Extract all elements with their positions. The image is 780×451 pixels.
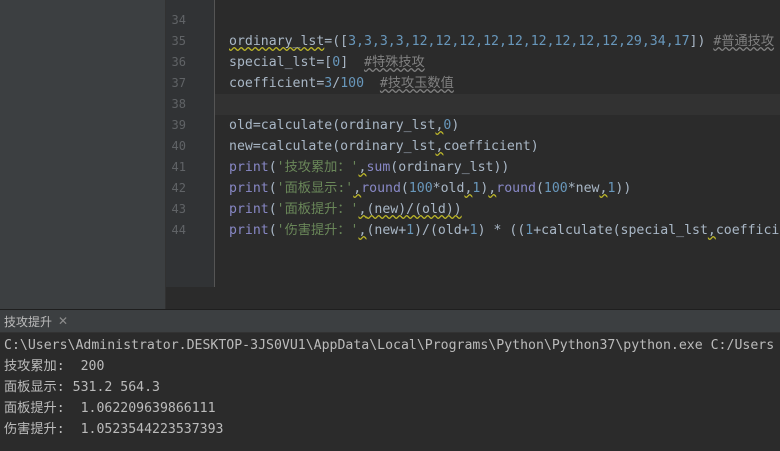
code-token: (new)/(old)) <box>366 202 462 217</box>
code-string: '面板提升：' <box>276 202 359 217</box>
code-token: ) * (( <box>477 223 526 238</box>
code-token: =[ <box>316 55 333 70</box>
code-number: 1 <box>406 223 415 238</box>
code-comment: #特殊技攻 <box>364 55 425 70</box>
code-token: ( <box>268 160 277 175</box>
code-token: )) <box>615 181 632 196</box>
line-number: 38 <box>171 97 186 111</box>
code-token: +calculate(special_lst <box>533 223 708 238</box>
run-console-output[interactable]: C:\Users\Administrator.DESKTOP-3JS0VU1\A… <box>0 333 780 451</box>
code-token: coefficient <box>229 76 317 91</box>
code-number: 100 <box>543 181 568 196</box>
code-number: 0 <box>332 55 341 70</box>
line-number: 34 <box>171 13 186 27</box>
code-line-36[interactable]: special_lst=[0] #特殊技攻 <box>229 52 425 73</box>
code-line-41[interactable]: print('技攻累加：',sum(ordinary_lst)) <box>229 157 509 178</box>
line-number: 43 <box>171 202 186 216</box>
code-token: ( <box>535 181 544 196</box>
code-token: new <box>229 139 253 154</box>
run-tab-label: 技攻提升 <box>4 314 53 329</box>
code-string: '面板显示:' <box>276 181 354 196</box>
code-builtin: print <box>229 202 269 217</box>
line-number: 39 <box>171 118 186 132</box>
code-token: ] <box>340 55 365 70</box>
code-builtin: print <box>229 181 269 196</box>
tab-run-config[interactable]: 技攻提升 ✕ <box>0 310 72 332</box>
code-builtin: round <box>496 181 536 196</box>
line-number: 41 <box>171 160 186 174</box>
code-comment: #普通技攻 <box>713 34 775 49</box>
code-number: 3,3,3,3,12,12,12,12,12,12,12,12,12,29,34… <box>348 34 690 49</box>
code-token: , <box>353 181 362 196</box>
code-token: ( <box>268 223 277 238</box>
code-token: special_lst <box>229 55 317 70</box>
code-token: / <box>332 76 341 91</box>
code-token: ( <box>268 202 277 217</box>
code-token: ( <box>400 181 409 196</box>
code-token: ( <box>268 181 277 196</box>
code-token: old <box>229 118 253 133</box>
code-number: 100 <box>408 181 433 196</box>
code-number: 100 <box>340 76 365 91</box>
code-token: =calculate(ordinary_lst <box>252 118 436 133</box>
current-line-highlight <box>215 94 780 115</box>
code-line-40[interactable]: new=calculate(ordinary_lst,coefficient) <box>229 136 539 157</box>
line-number: 40 <box>171 139 186 153</box>
code-number: 1 <box>469 223 478 238</box>
line-number: 42 <box>171 181 186 195</box>
code-token: =calculate(ordinary_lst <box>252 139 436 154</box>
line-number: 37 <box>171 76 186 90</box>
code-string: '伤害提升：' <box>276 223 359 238</box>
code-comment: #技攻玉数值 <box>379 76 454 91</box>
code-line-42[interactable]: print('面板显示:',round(100*old,1),round(100… <box>229 178 631 199</box>
console-line: 面板提升: 1.062209639866111 <box>4 401 216 416</box>
console-line: 面板显示: 531.2 564.3 <box>4 380 160 395</box>
code-token: (ordinary_lst)) <box>390 160 510 175</box>
code-builtin: sum <box>366 160 391 175</box>
code-builtin: print <box>229 160 269 175</box>
editor-empty-area[interactable] <box>166 287 780 309</box>
line-number: 36 <box>171 55 186 69</box>
code-line-44[interactable]: print('伤害提升：',(new+1)/(old+1) * ((1+calc… <box>229 220 779 241</box>
code-line-35[interactable]: ordinary_lst=([3,3,3,3,12,12,12,12,12,12… <box>229 31 774 52</box>
code-token: )/(old+ <box>414 223 470 238</box>
console-line: C:\Users\Administrator.DESKTOP-3JS0VU1\A… <box>4 338 775 353</box>
code-token: (new+ <box>366 223 407 238</box>
line-number: 44 <box>171 223 186 237</box>
code-builtin: round <box>361 181 401 196</box>
code-line-43[interactable]: print('面板提升：',(new)/(old)) <box>229 199 462 220</box>
code-token: coeffici <box>715 223 780 238</box>
code-builtin: print <box>229 223 269 238</box>
close-icon[interactable]: ✕ <box>58 314 68 328</box>
code-token: ordinary_lst <box>229 34 325 49</box>
code-token: *new <box>567 181 600 196</box>
code-token: coefficient) <box>443 139 539 154</box>
project-panel-strip <box>0 0 166 309</box>
code-line-37[interactable]: coefficient=3/100 #技攻玉数值 <box>229 73 454 94</box>
code-token: , <box>707 223 716 238</box>
code-token: *old <box>432 181 465 196</box>
code-token: ) <box>451 118 460 133</box>
code-line-39[interactable]: old=calculate(ordinary_lst,0) <box>229 115 459 136</box>
line-number: 35 <box>171 34 186 48</box>
code-token: ]) <box>689 34 714 49</box>
console-line: 伤害提升: 1.0523544223537393 <box>4 422 224 437</box>
code-string: '技攻累加：' <box>276 160 359 175</box>
code-token: =([ <box>324 34 349 49</box>
run-panel-header: 技攻提升 ✕ <box>0 310 780 333</box>
console-line: 技攻累加: 200 <box>4 359 105 374</box>
